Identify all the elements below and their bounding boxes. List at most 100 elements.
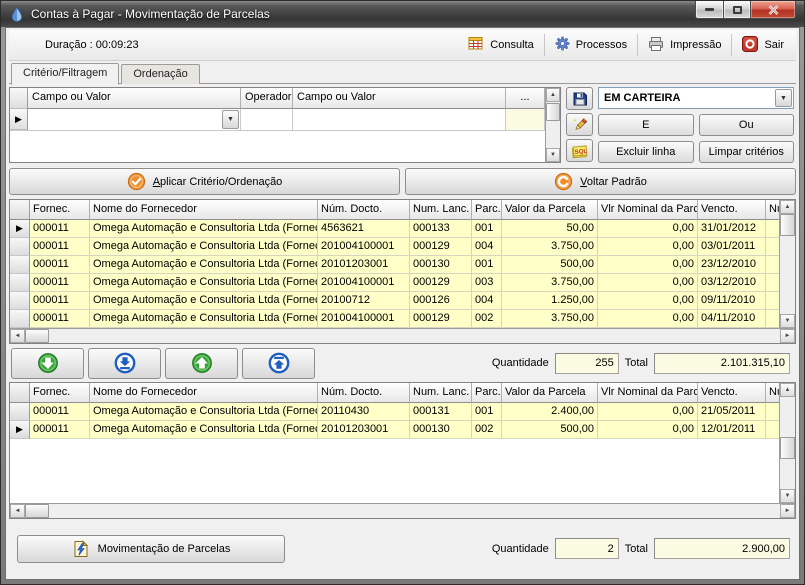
lower-grid-vscrollbar[interactable]: ▲ ▼: [779, 383, 795, 503]
filter-more-cell[interactable]: [506, 109, 545, 130]
grid-cell: 03/12/2010: [698, 274, 766, 292]
processos-button[interactable]: Processos: [545, 33, 637, 57]
scroll-left-button[interactable]: ◄: [10, 504, 25, 518]
scroll-thumb[interactable]: [780, 437, 795, 459]
scroll-right-icon: ►: [785, 508, 791, 514]
scroll-down-button[interactable]: ▼: [780, 489, 795, 503]
move-all-up-button[interactable]: [242, 348, 315, 379]
impressao-button[interactable]: Impressão: [638, 33, 731, 57]
upper-grid-vscrollbar[interactable]: ▲ ▼: [779, 200, 795, 328]
delete-line-label: Excluir linha: [616, 146, 675, 158]
grid-cell: 09/11/2010: [698, 292, 766, 310]
clear-criteria-button[interactable]: Limpar critérios: [699, 141, 795, 163]
move-all-down-button[interactable]: [88, 348, 161, 379]
table-row[interactable]: ▶000011Omega Automação e Consultoria Ltd…: [10, 421, 779, 439]
table-row[interactable]: 000011Omega Automação e Consultoria Ltda…: [10, 310, 779, 328]
scroll-down-button[interactable]: ▼: [780, 314, 795, 328]
scroll-right-button[interactable]: ►: [780, 504, 795, 518]
minimize-button[interactable]: [695, 1, 724, 19]
grid-cell: 001: [472, 403, 502, 421]
scroll-up-button[interactable]: ▲: [546, 88, 560, 102]
grid-cell: 1.250,00: [502, 292, 598, 310]
scroll-thumb[interactable]: [546, 103, 560, 121]
sql-button[interactable]: SQL: [566, 139, 593, 162]
tab-criterio-filtragem[interactable]: Critério/Filtragem: [11, 63, 119, 85]
sair-button[interactable]: Sair: [732, 33, 794, 57]
column-header[interactable]: Nu: [766, 200, 779, 220]
lower-grid-hscrollbar[interactable]: ◄ ►: [10, 503, 795, 518]
scroll-left-button[interactable]: ◄: [10, 329, 25, 343]
maximize-button[interactable]: [724, 1, 751, 19]
svg-text:SQL: SQL: [574, 147, 588, 155]
column-header[interactable]: Num. Lanc.: [410, 200, 472, 220]
column-header[interactable]: Fornec.: [30, 200, 90, 220]
column-header[interactable]: Vencto.: [698, 200, 766, 220]
table-row[interactable]: ▶000011Omega Automação e Consultoria Ltd…: [10, 220, 779, 238]
move-down-button[interactable]: [11, 348, 84, 379]
combobox-arrow-button[interactable]: ▼: [775, 89, 792, 107]
move-up-button[interactable]: [165, 348, 238, 379]
column-header[interactable]: Valor da Parcela: [502, 383, 598, 403]
column-header[interactable]: Fornec.: [30, 383, 90, 403]
column-header[interactable]: Nome do Fornecedor: [90, 200, 318, 220]
scroll-track[interactable]: [780, 214, 795, 314]
column-header[interactable]: Num. Lanc.: [410, 383, 472, 403]
column-header[interactable]: Vencto.: [698, 383, 766, 403]
scroll-right-button[interactable]: ►: [780, 329, 795, 343]
scroll-track[interactable]: [780, 397, 795, 489]
erase-criteria-button[interactable]: [566, 113, 593, 136]
pencil-eraser-icon: [572, 117, 588, 133]
dropdown-arrow-button[interactable]: ▼: [222, 110, 239, 129]
upper-grid-hscrollbar[interactable]: ◄ ►: [10, 328, 795, 343]
scroll-track[interactable]: [49, 504, 780, 518]
column-header[interactable]: Vlr Nominal da Parc.: [598, 200, 698, 220]
filter-column-campo2[interactable]: Campo ou Valor: [293, 88, 506, 109]
filter-value-cell[interactable]: [293, 109, 506, 130]
table-row[interactable]: 000011Omega Automação e Consultoria Ltda…: [10, 403, 779, 421]
scroll-up-button[interactable]: ▲: [780, 383, 795, 397]
scroll-thumb[interactable]: [25, 504, 49, 518]
filter-grid-vscrollbar[interactable]: ▲ ▼: [545, 88, 560, 162]
and-button[interactable]: E: [598, 114, 694, 136]
filter-field-dropdown-cell[interactable]: ▼: [28, 109, 241, 130]
apply-criteria-button[interactable]: Aplicar Critério/Ordenação: [9, 168, 400, 195]
column-header[interactable]: Núm. Docto.: [318, 200, 410, 220]
titlebar[interactable]: Contas à Pagar - Movimentação de Parcela…: [1, 1, 804, 27]
table-row[interactable]: 000011Omega Automação e Consultoria Ltda…: [10, 238, 779, 256]
tab-ordenacao[interactable]: Ordenação: [121, 64, 199, 84]
table-row[interactable]: 000011Omega Automação e Consultoria Ltda…: [10, 292, 779, 310]
and-label: E: [642, 119, 649, 131]
filter-operator-cell[interactable]: [241, 109, 293, 130]
column-header[interactable]: Nome do Fornecedor: [90, 383, 318, 403]
column-header[interactable]: Valor da Parcela: [502, 200, 598, 220]
movimentacao-parcelas-button[interactable]: Movimentação de Parcelas: [17, 535, 285, 563]
scroll-up-button[interactable]: ▲: [780, 200, 795, 214]
consulta-button[interactable]: Consulta: [458, 33, 543, 57]
save-criteria-button[interactable]: [566, 87, 593, 110]
scroll-down-button[interactable]: ▼: [546, 148, 560, 162]
filter-column-more[interactable]: ...: [506, 88, 545, 109]
upper-summary: Quantidade 255 Total 2.101.315,10: [492, 353, 794, 374]
scroll-track[interactable]: [49, 329, 780, 343]
green-down-arrow-icon: [37, 352, 59, 374]
column-header[interactable]: Núm. Docto.: [318, 383, 410, 403]
table-row[interactable]: 000011Omega Automação e Consultoria Ltda…: [10, 274, 779, 292]
scroll-thumb[interactable]: [780, 214, 795, 236]
reset-default-button[interactable]: Voltar Padrão: [405, 168, 796, 195]
or-button[interactable]: Ou: [699, 114, 795, 136]
filter-column-operador[interactable]: Operador: [241, 88, 293, 109]
column-header[interactable]: Nu: [766, 383, 779, 403]
column-header[interactable]: Parc.: [472, 200, 502, 220]
column-header[interactable]: Parc.: [472, 383, 502, 403]
scroll-track[interactable]: [546, 102, 560, 148]
filter-column-campo1[interactable]: Campo ou Valor: [28, 88, 241, 109]
grid-cell: 000129: [410, 310, 472, 328]
delete-line-button[interactable]: Excluir linha: [598, 141, 694, 163]
close-button[interactable]: [751, 1, 796, 19]
table-row[interactable]: 000011Omega Automação e Consultoria Ltda…: [10, 256, 779, 274]
grid-cell: 20110430: [318, 403, 410, 421]
preset-combobox[interactable]: EM CARTEIRA ▼: [598, 87, 794, 109]
scroll-thumb[interactable]: [25, 329, 49, 343]
filter-row[interactable]: ▶ ▼: [10, 109, 545, 131]
column-header[interactable]: Vlr Nominal da Parc.: [598, 383, 698, 403]
